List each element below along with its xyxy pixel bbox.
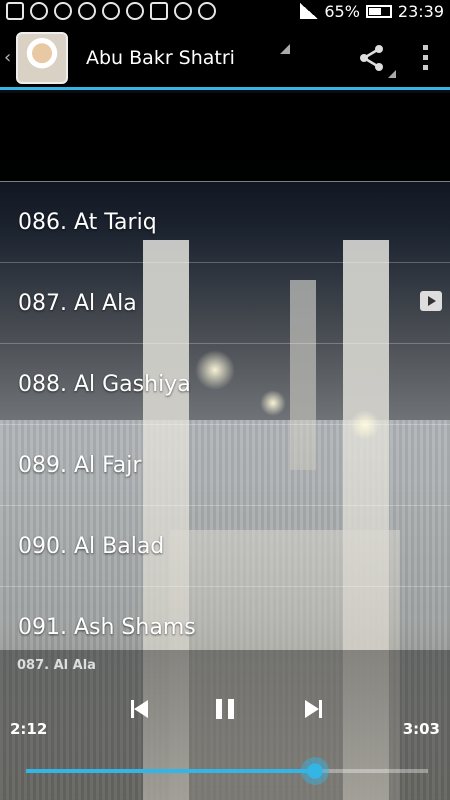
reciter-title[interactable]: Abu Bakr Shatri [86, 47, 344, 69]
signal-icon [300, 3, 319, 19]
list-item[interactable]: 086. At Tariq [0, 181, 450, 262]
now-playing-indicator-icon [420, 291, 442, 311]
player-panel: 087. Al Ala 2:12 3:03 [0, 650, 450, 800]
track-label: 086. At Tariq [18, 209, 157, 235]
track-label: 089. Al Fajr [18, 452, 142, 478]
app-notification-icon [78, 2, 96, 20]
track-list: 086. At Tariq 087. Al Ala 088. Al Gashiy… [0, 181, 450, 667]
alarm-icon [174, 2, 192, 20]
list-item[interactable]: 087. Al Ala [0, 262, 450, 343]
sync-icon [126, 2, 144, 20]
now-playing-title: 087. Al Ala [17, 658, 96, 673]
seek-bar[interactable] [26, 757, 428, 785]
share-button[interactable] [344, 30, 400, 86]
track-label: 088. Al Gashiya [18, 371, 191, 397]
wifi-icon [198, 2, 216, 20]
battery-percent: 65% [324, 1, 360, 21]
list-item[interactable]: 088. Al Gashiya [0, 343, 450, 424]
battery-icon [365, 4, 392, 18]
track-label: 091. Ash Shams [18, 614, 196, 640]
next-button[interactable] [298, 696, 328, 722]
seek-thumb[interactable] [301, 757, 330, 785]
whatsapp-icon [30, 2, 48, 20]
title-dropdown-indicator-icon [280, 44, 290, 54]
list-item[interactable]: 090. Al Balad [0, 505, 450, 586]
total-time: 3:03 [402, 720, 440, 738]
skip-next-icon [304, 700, 322, 718]
clock: 23:39 [397, 1, 444, 21]
notification-icons [6, 2, 300, 20]
add-notification-icon [6, 2, 24, 20]
pause-icon [216, 699, 234, 719]
status-bar: 65% 23:39 [0, 0, 450, 22]
up-caret-icon[interactable]: ‹ [4, 47, 14, 68]
reciter-avatar[interactable] [16, 31, 68, 84]
beats-icon [102, 2, 120, 20]
previous-button[interactable] [124, 696, 154, 722]
skip-previous-icon [130, 700, 148, 718]
track-label: 090. Al Balad [18, 533, 165, 559]
action-bar: ‹ Abu Bakr Shatri [0, 28, 450, 90]
track-label: 087. Al Ala [18, 290, 137, 316]
messenger-icon [54, 2, 72, 20]
elapsed-time: 2:12 [10, 720, 48, 738]
share-icon [360, 44, 383, 71]
header-band [0, 93, 450, 181]
seek-progress [26, 769, 316, 773]
overflow-menu-button[interactable] [400, 30, 450, 86]
vibrate-icon [150, 2, 168, 20]
list-item[interactable]: 089. Al Fajr [0, 424, 450, 505]
pause-button[interactable] [210, 696, 240, 722]
share-dropdown-indicator-icon [388, 69, 396, 78]
